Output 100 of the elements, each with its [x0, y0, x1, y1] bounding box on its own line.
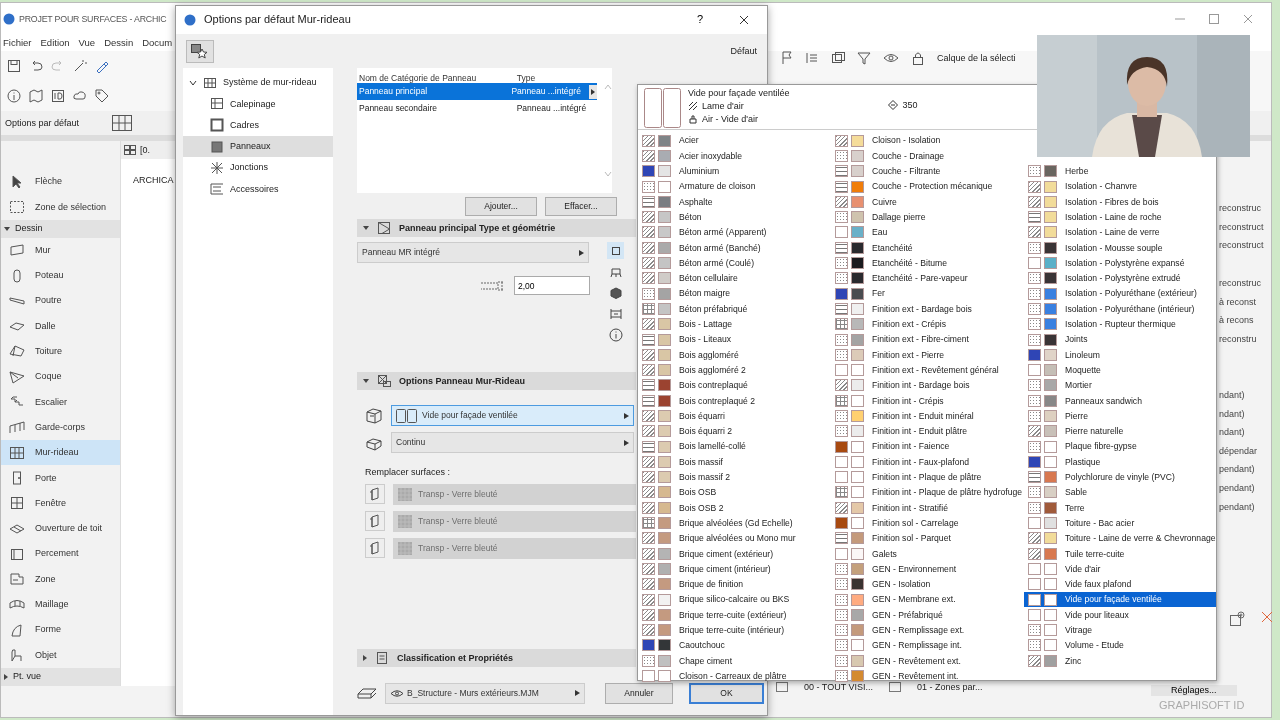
material-item[interactable]: Finition ext - Crépis [831, 316, 1024, 332]
tool-item[interactable]: Fenêtre [1, 490, 120, 516]
material-item[interactable]: Bois équarri [638, 408, 831, 424]
material-item[interactable]: Brique silico-calcaire ou BKS [638, 591, 831, 608]
material-item[interactable]: Béton cellulaire [638, 270, 831, 286]
material-item[interactable]: Bois contreplaqué 2 [638, 393, 831, 409]
material-item[interactable]: Asphalte [638, 194, 831, 210]
material-item[interactable]: GEN - Environnement [831, 561, 1024, 577]
help-button[interactable]: ? [690, 12, 709, 28]
row-menu-icon[interactable] [589, 84, 597, 99]
material-item[interactable]: Finition int - Crépis [831, 393, 1024, 409]
material-item[interactable]: GEN - Remplissage int. [831, 637, 1024, 654]
material-item[interactable]: GEN - Préfabriqué [831, 607, 1024, 623]
material-item[interactable]: Couche - Protection mécanique [831, 178, 1024, 195]
material-item[interactable]: Galets [831, 546, 1024, 562]
info-icon[interactable] [7, 89, 21, 103]
material-item[interactable]: Isolation - Laine de roche [1024, 209, 1216, 225]
material-item[interactable]: Chape ciment [638, 653, 831, 669]
thickness-field[interactable]: 2,00 [514, 276, 590, 295]
tool-item[interactable]: Poutre [1, 288, 120, 314]
menu-item[interactable]: Docum [142, 37, 173, 49]
material-item[interactable]: Brique ciment (extérieur) [638, 546, 831, 562]
material-item[interactable]: Vitrage [1024, 622, 1216, 638]
tool-item[interactable]: Mur [1, 237, 120, 263]
table-button[interactable]: Ajouter... [465, 197, 537, 216]
material-item[interactable]: Bois équarri 2 [638, 423, 831, 439]
material-item[interactable]: Vide pour façade ventilée [1024, 591, 1216, 608]
view-selector[interactable]: 00 - TOUT VISI... [804, 682, 874, 693]
material-item[interactable]: Dallage pierre [831, 209, 1024, 225]
material-item[interactable]: Finition int - Stratifié [831, 500, 1024, 516]
material-item[interactable]: Panneaux sandwich [1024, 393, 1216, 409]
add-icon[interactable] [1229, 611, 1245, 627]
material-item[interactable]: Bois OSB [638, 484, 831, 501]
tree-item[interactable]: Cadres [183, 114, 333, 136]
material-item[interactable]: Couche - Filtrante [831, 163, 1024, 179]
tool-item[interactable]: Dalle [1, 313, 120, 339]
material-item[interactable]: Finition sol - Carrelage [831, 515, 1024, 531]
material-item[interactable]: Polychlorure de vinyle (PVC) [1024, 469, 1216, 485]
menu-item[interactable]: Edition [40, 37, 70, 49]
material-item[interactable]: Etanchéité [831, 240, 1024, 256]
material-item[interactable]: Béton armé (Coulé) [638, 255, 831, 271]
tool-item[interactable]: Toiture [1, 338, 120, 365]
dialog-button[interactable]: OK [689, 682, 764, 704]
square-icon[interactable] [607, 242, 624, 259]
material-item[interactable]: Bois lamellé-collé [638, 438, 831, 455]
material-item[interactable]: Couche - Drainage [831, 148, 1024, 164]
section-header[interactable]: Options Panneau Mur-Rideau [357, 372, 636, 390]
grid-button[interactable] [111, 114, 134, 132]
material-item[interactable]: Béton armé (Banché) [638, 240, 831, 256]
tree-item[interactable]: Panneaux [183, 135, 333, 158]
material-item[interactable]: Mortier [1024, 377, 1216, 394]
material-item[interactable]: Bois massif [638, 454, 831, 470]
material-item[interactable]: Cloison - Isolation [831, 133, 1024, 149]
table-row[interactable]: Panneau principal Panneau ...intégré [357, 83, 597, 100]
material-item[interactable]: Isolation - Fibres de bois [1024, 194, 1216, 210]
material-item[interactable]: Brique ciment (intérieur) [638, 561, 831, 577]
material-item[interactable]: Brique alvéolées ou Mono mur [638, 530, 831, 546]
material-item[interactable]: Herbe [1024, 163, 1216, 179]
material-item[interactable]: Isolation - Laine de verre [1024, 224, 1216, 241]
material-item[interactable]: Brique terre-cuite (intérieur) [638, 622, 831, 638]
material-item[interactable]: Zinc [1024, 653, 1216, 669]
material-item[interactable]: Finition int - Faux-plafond [831, 454, 1024, 470]
toolbox-section-header[interactable]: Dessin [1, 219, 120, 238]
material-item[interactable]: Vide d'air [1024, 561, 1216, 577]
material-item[interactable]: Finition ext - Pierre [831, 347, 1024, 363]
save-icon[interactable] [7, 59, 21, 73]
flag-icon[interactable] [781, 51, 793, 65]
surface-dropdown[interactable]: Vide pour façade ventilée [391, 405, 634, 426]
tool-item[interactable]: Mur-rideau [1, 439, 120, 466]
material-item[interactable]: Finition int - Faience [831, 438, 1024, 455]
material-item[interactable]: Béton maigre [638, 285, 831, 302]
material-item[interactable]: Etanchéité - Pare-vapeur [831, 270, 1024, 286]
view-icon[interactable] [889, 682, 902, 693]
material-item[interactable]: Finition int - Enduit plâtre [831, 423, 1024, 439]
material-item[interactable]: Finition sol - Parquet [831, 530, 1024, 546]
close-icon[interactable] [739, 15, 749, 25]
material-item[interactable]: Isolation - Mousse souple [1024, 240, 1216, 256]
material-item[interactable]: Toiture - Laine de verre & Chevronnage [1024, 530, 1216, 546]
tool-item[interactable]: Escalier [1, 389, 120, 415]
tool-item[interactable]: Forme [1, 617, 120, 643]
tool-item[interactable]: Ouverture de toit [1, 515, 120, 542]
lock-icon[interactable] [911, 51, 925, 65]
material-item[interactable]: Bois OSB 2 [638, 500, 831, 516]
table-row[interactable]: Panneau secondaire Panneau ...intégré [357, 100, 597, 117]
material-item[interactable]: Pierre [1024, 408, 1216, 424]
material-item[interactable]: Isolation - Polyuréthane (extérieur) [1024, 285, 1216, 302]
tool-item[interactable]: Poteau [1, 262, 120, 289]
material-item[interactable]: Volume - Etude [1024, 637, 1216, 654]
surface-override-button[interactable] [365, 484, 385, 505]
material-item[interactable]: Isolation - Polystyrène expansé [1024, 255, 1216, 271]
joint-dropdown[interactable]: Continu [391, 432, 634, 453]
menu-item[interactable]: Vue [78, 37, 96, 49]
surface-override-button[interactable] [365, 511, 385, 532]
material-item[interactable]: Brique alvéolées (Gd Echelle) [638, 515, 831, 531]
material-item[interactable]: Bois aggloméré [638, 347, 831, 363]
map-icon[interactable] [29, 89, 43, 103]
material-item[interactable]: Finition int - Plaque de plâtre hydrofuge [831, 484, 1024, 501]
material-item[interactable]: GEN - Membrane ext. [831, 591, 1024, 608]
expand-triangle-icon[interactable] [363, 379, 369, 383]
tree-item[interactable]: Accessoires [183, 178, 333, 200]
